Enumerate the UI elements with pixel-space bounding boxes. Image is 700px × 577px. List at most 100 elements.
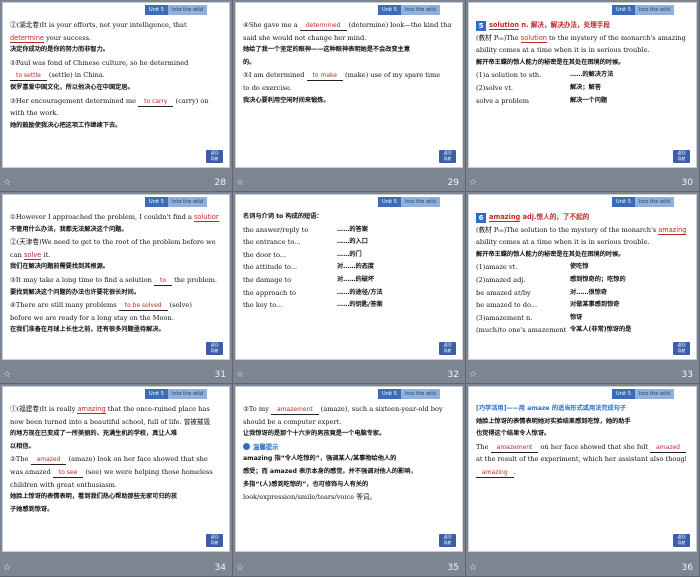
return-nav-button[interactable]: 返回 导航 (673, 342, 690, 355)
unit-title-tab: Into the wild (167, 5, 207, 15)
slide-thumbnail[interactable]: Unit 5 Into the wild ①(福建卷)It is really am… (0, 384, 233, 577)
slide-tab-bar: Unit 5 Into the wild (611, 5, 674, 15)
return-nav-button[interactable]: 返回 导航 (673, 150, 690, 163)
star-icon[interactable]: ☆ (236, 178, 244, 188)
phrase-cn: ……的钥匙/答案 (337, 301, 383, 309)
star-icon[interactable]: ☆ (469, 370, 477, 380)
text-segment: 也觉得这个结果令人惊讶。 (476, 430, 551, 438)
star-icon[interactable]: ☆ (3, 563, 11, 573)
text-segment: ④She gave me a (243, 21, 300, 29)
text-line: ability comes at a time when it is in se… (476, 236, 686, 249)
text-segment: (amaze) look on her face showed that she (66, 455, 208, 464)
text-segment: [巧学活用]——用 amaze 的适当形式或用法完成句子 (476, 405, 627, 412)
slide-thumbnail[interactable]: Unit 5 Into the wild ③To my amazement (ama… (233, 384, 466, 577)
phrase-row: (much)to one's amazement 令某人(非常)惊讶的是 (476, 324, 686, 337)
text-segment: (make) use of my spare time (342, 71, 441, 80)
answer-blank[interactable]: to (154, 276, 173, 286)
headword: amazing (489, 213, 521, 222)
slide-thumbnail[interactable]: Unit 5 Into the wild 5 solution n. 解决，解决办法，… (466, 0, 700, 192)
star-icon[interactable]: ☆ (236, 370, 244, 380)
answer-blank[interactable]: determined (299, 21, 347, 31)
text-segment: 她脸上惊讶的表情表明她对实验结果感到吃惊，她的助手 (476, 417, 631, 425)
text-segment: 的。 (243, 58, 256, 66)
text-segment: said she would not change her mind. (243, 33, 367, 42)
slide-thumbnail[interactable]: Unit 5 Into the wild ②(湖北卷)It is your effo… (0, 0, 233, 192)
text-segment: 她脸上惊讶的表情表明，看到我们热心帮助那些无家可归的孩 (10, 493, 178, 501)
text-line: ②The amazed (amaze) look on her face sho… (10, 453, 219, 466)
return-nav-button[interactable]: 返回 导航 (439, 150, 456, 163)
text-segment: 名词与介词 to 构成的短语： (243, 213, 323, 220)
slide-canvas: Unit 5 Into the wild 6 amazing adj.惊人的，了不起的… (468, 194, 697, 360)
star-icon[interactable]: ☆ (236, 563, 244, 573)
return-nav-button[interactable]: 返回 导航 (206, 150, 223, 163)
slide-canvas: Unit 5 Into the wild ①However I approached… (2, 194, 230, 360)
text-segment: 我决心要利用空闲时间来锻炼。 (243, 96, 330, 104)
headword: solution (489, 21, 520, 30)
return-nav-button[interactable]: 返回 导航 (673, 534, 690, 547)
text-line: ⑤I am determined to make (make) use of m… (243, 69, 452, 82)
phrase-en: (2)solve vt. (476, 83, 513, 92)
highlighted-word: solution (520, 33, 547, 43)
phrase-row: the attitude to... 对……的态度 (243, 261, 452, 274)
text-line: 不管用什么办法，我都无法解决这个问题。 (10, 224, 219, 237)
answer-blank[interactable]: amazed (30, 455, 67, 466)
text-line: ④She gave me a determined (determine) lo… (243, 19, 452, 32)
text-line: ②(湖北卷)It is your efforts, not your intel… (10, 19, 219, 32)
slide-thumbnail[interactable]: Unit 5 Into the wild ④She gave me a determ… (233, 0, 466, 192)
text-segment: that the once-ruined place has (105, 405, 210, 413)
answer-blank[interactable]: amazed (650, 443, 686, 453)
text-segment: on her face showed that she felt (538, 442, 651, 451)
tip-label: 温馨提示 (253, 442, 279, 451)
text-line: 她给了我一个坚定的眼神——这种眼神表明她是不会改变主意 (243, 44, 452, 57)
return-nav-button[interactable]: 返回 导航 (206, 342, 223, 355)
phrase-cn: 令某人(非常)惊讶的是 (570, 326, 632, 334)
text-segment: can (10, 250, 24, 259)
slide-text: ①(福建卷)It is really amazing that the once… (10, 403, 219, 537)
text-line: now been turned into a beautiful school,… (10, 416, 219, 429)
phrase-row: the door to... ……的门 (243, 249, 452, 262)
answer-blank[interactable]: amazing (476, 468, 514, 478)
return-nav-button[interactable]: 返回 导航 (206, 534, 223, 547)
answer-blank[interactable]: amazement (270, 405, 319, 415)
text-segment: to do exercise. (243, 83, 292, 92)
phrase-row: (3)amazement n. 惊讶 (476, 312, 686, 325)
star-icon[interactable]: ☆ (3, 370, 11, 380)
phrase-en: be amazed to do... (476, 301, 538, 310)
phrase-cn: 对……的态度 (337, 263, 375, 271)
answer-blank[interactable]: to make (306, 71, 343, 82)
text-segment: ①However I approached the problem, I cou… (10, 213, 194, 221)
phrase-en: the approach to (243, 288, 296, 297)
unit-title-tab: Into the wild (400, 5, 440, 15)
slide-thumbnail[interactable]: Unit 5 Into the wild 6 amazing adj.惊人的，了不起的… (466, 192, 700, 384)
tip-heading: 温馨提示 (243, 441, 452, 454)
phrase-cn: 惊讶 (570, 313, 583, 321)
answer-blank[interactable]: amazement (490, 443, 539, 453)
slide-thumbnail[interactable]: Unit 5 Into the wild ①However I approached… (0, 192, 233, 384)
text-segment: should be a computer expert. (243, 417, 342, 426)
tip-dot-icon (243, 442, 250, 450)
return-nav-button[interactable]: 返回 导航 (439, 534, 456, 547)
slide-number: 33 (681, 370, 693, 380)
answer-blank[interactable]: to carry (138, 97, 174, 107)
star-icon[interactable]: ☆ (469, 178, 477, 188)
text-line: should be a computer expert. (243, 416, 452, 429)
text-segment: 解开帝王蝶的惊人能力的秘密是在其处在困境的时候。 (476, 58, 625, 66)
answer-blank[interactable]: to settle (10, 71, 47, 82)
text-line: ③Her encouragement determined me to carr… (10, 95, 219, 108)
answer-blank[interactable]: to be solved (118, 301, 168, 312)
slide-thumbnail[interactable]: Unit 5 Into the wild 名词与介词 to 构成的短语： the an… (233, 192, 466, 384)
text-line: The amazement on her face showed that sh… (476, 441, 686, 454)
phrase-row: (1)a solution to sth. ……的解决方法 (476, 69, 686, 82)
answer-blank[interactable]: to see (52, 468, 84, 478)
star-icon[interactable]: ☆ (469, 563, 477, 573)
text-segment: ③To my (243, 405, 271, 413)
text-segment: (determine) look—the kind that (346, 21, 452, 29)
text-segment: ②Paul was fond of Chinese culture, so he… (10, 58, 189, 67)
slide-canvas: Unit 5 Into the wild ①(福建卷)It is really am… (2, 386, 230, 552)
text-line: 也觉得这个结果令人惊讶。 (476, 428, 686, 441)
text-segment: ③Her encouragement determined me (10, 96, 139, 105)
text-segment: ④There are still many problems (10, 301, 119, 310)
slide-thumbnail[interactable]: Unit 5 Into the wild [巧学活用]——用 amaze 的适当形式… (466, 384, 700, 577)
star-icon[interactable]: ☆ (3, 178, 11, 188)
return-nav-button[interactable]: 返回 导航 (439, 342, 456, 355)
